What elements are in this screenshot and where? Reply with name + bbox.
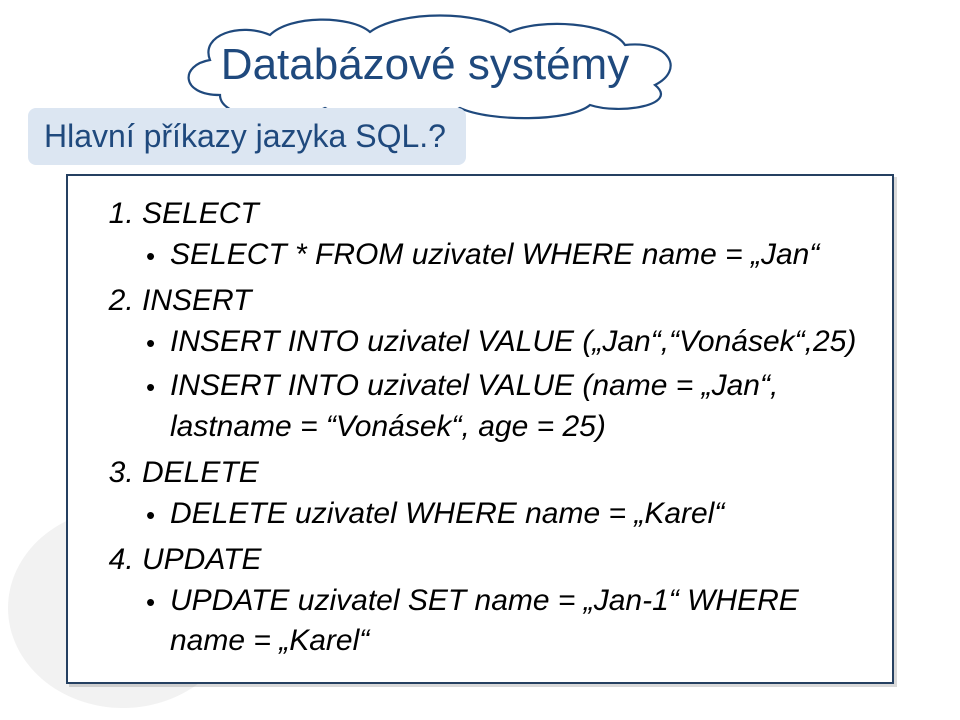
command-list: SELECT SELECT * FROM uzivatel WHERE name… — [108, 194, 868, 662]
sub-item: SELECT * FROM uzivatel WHERE name = „Jan… — [170, 235, 868, 276]
item-heading: UPDATE — [142, 543, 261, 576]
page-title: Databázové systémy — [160, 10, 690, 120]
sub-item: UPDATE uzivatel SET name = „Jan-1“ WHERE… — [170, 581, 868, 662]
sub-list: UPDATE uzivatel SET name = „Jan-1“ WHERE… — [142, 581, 868, 662]
item-heading: INSERT — [142, 284, 251, 317]
item-heading: DELETE — [142, 456, 259, 489]
list-item: DELETE DELETE uzivatel WHERE name = „Kar… — [142, 453, 868, 534]
item-heading: SELECT — [142, 197, 259, 230]
list-item: SELECT SELECT * FROM uzivatel WHERE name… — [142, 194, 868, 275]
list-item: INSERT INSERT INTO uzivatel VALUE („Jan“… — [142, 281, 868, 447]
sub-item: INSERT INTO uzivatel VALUE (name = „Jan“… — [170, 366, 868, 447]
sub-item: DELETE uzivatel WHERE name = „Karel“ — [170, 494, 868, 535]
sub-list: SELECT * FROM uzivatel WHERE name = „Jan… — [142, 235, 868, 276]
subtitle-text: Hlavní příkazy jazyka SQL.? — [44, 118, 446, 154]
content-frame: SELECT SELECT * FROM uzivatel WHERE name… — [66, 174, 894, 684]
title-cloud: Databázové systémy — [160, 10, 690, 120]
sub-list: DELETE uzivatel WHERE name = „Karel“ — [142, 494, 868, 535]
subtitle-box: Hlavní příkazy jazyka SQL.? — [28, 108, 466, 165]
sub-list: INSERT INTO uzivatel VALUE („Jan“,“Vonás… — [142, 322, 868, 448]
list-item: UPDATE UPDATE uzivatel SET name = „Jan-1… — [142, 540, 868, 662]
sub-item: INSERT INTO uzivatel VALUE („Jan“,“Vonás… — [170, 322, 868, 363]
